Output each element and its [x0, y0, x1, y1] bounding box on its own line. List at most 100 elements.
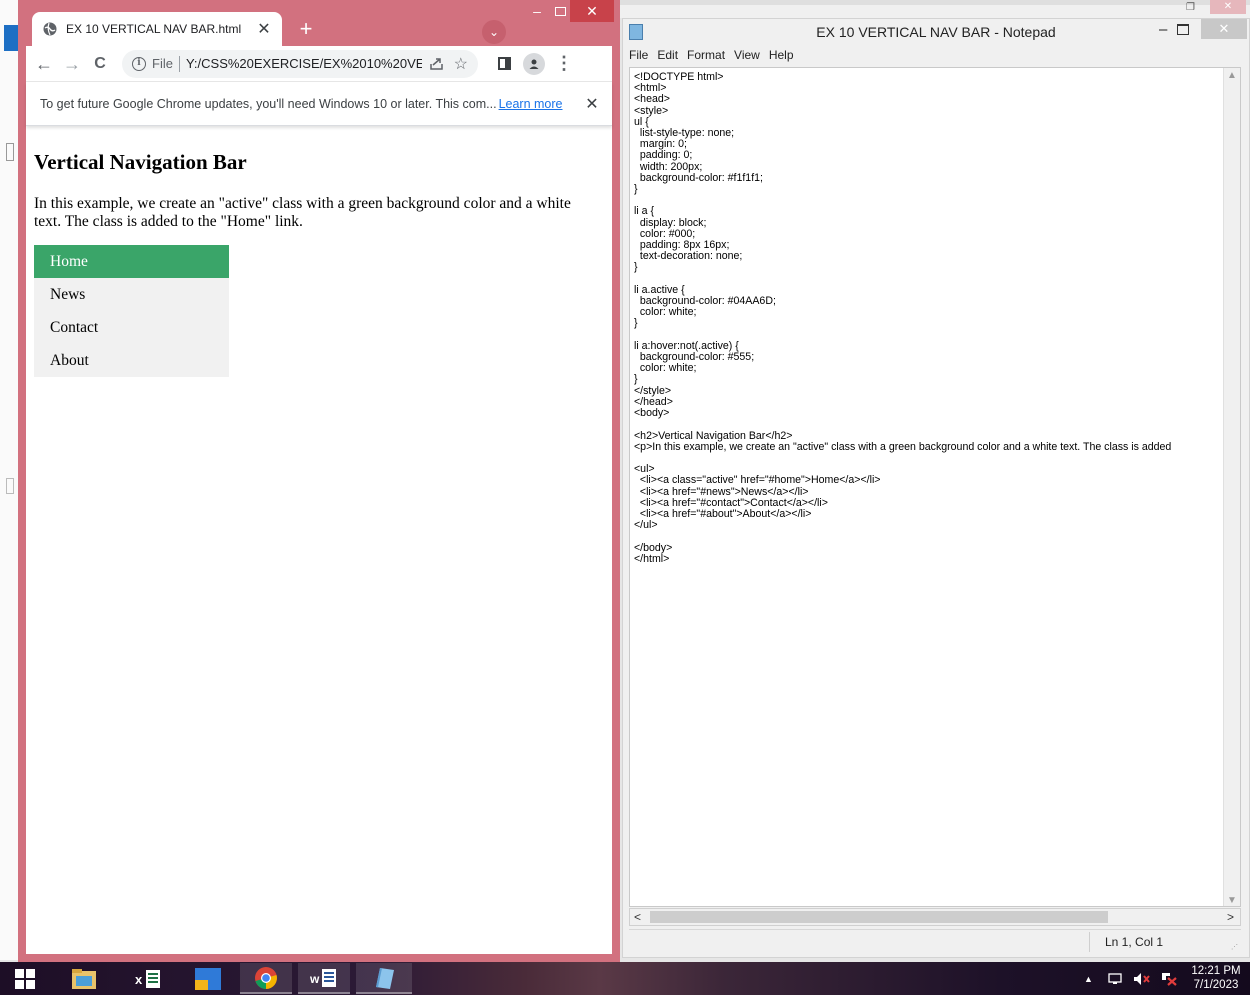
notepad-close-button[interactable]: ✕ [1201, 19, 1247, 39]
infobar-close-icon[interactable]: ✕ [582, 94, 602, 114]
maximize-icon [554, 6, 566, 16]
svg-text:w: w [310, 972, 320, 986]
chrome-button[interactable] [240, 963, 292, 994]
notepad-menubar: File Edit Format View Help [623, 45, 1249, 65]
globe-icon [42, 21, 58, 37]
new-tab-button[interactable]: + [294, 18, 318, 42]
menu-file[interactable]: File [629, 48, 648, 62]
svg-text:x: x [135, 972, 143, 987]
desktop-fragment [6, 143, 14, 161]
toolbar: ← → C i File Y:/CSS%20EXERCISE/EX%2010%2… [26, 46, 612, 82]
profile-icon [523, 52, 545, 75]
blue-app-button[interactable] [180, 963, 236, 994]
address-separator [178, 55, 180, 72]
scrollbar-thumb[interactable] [650, 911, 1108, 923]
scroll-up-icon[interactable]: ▲ [1227, 70, 1237, 81]
notepad-minimize-button[interactable]: – [1159, 21, 1167, 38]
desktop-icon-fragment [4, 25, 18, 51]
word-button[interactable]: w [298, 963, 350, 994]
page-heading: Vertical Navigation Bar [34, 150, 247, 174]
vertical-scrollbar[interactable]: ▲ ▼ [1223, 68, 1240, 906]
tab-close-icon[interactable]: ✕ [256, 19, 272, 39]
update-infobar: To get future Google Chrome updates, you… [26, 82, 612, 126]
nav-list-item: Home [34, 245, 229, 278]
learn-more-link[interactable]: Learn more [499, 97, 563, 111]
status-divider [1089, 932, 1090, 952]
windows-start-icon [15, 968, 35, 989]
rendered-page: Vertical Navigation Bar In this example,… [26, 126, 612, 377]
browser-tab[interactable]: EX 10 VERTICAL NAV BAR.html ✕ [32, 12, 282, 46]
notepad-taskbar-button[interactable] [356, 963, 412, 994]
clock-time: 12:21 PM [1191, 965, 1241, 977]
start-button[interactable] [0, 963, 50, 994]
nav-link-about[interactable]: About [34, 344, 229, 377]
source-code-text: <!DOCTYPE html> <html> <head> <style> ul… [634, 72, 1172, 565]
browser-content-area: ← → C i File Y:/CSS%20EXERCISE/EX%2010%2… [26, 46, 612, 954]
tray-overflow-icon[interactable]: ▲ [1084, 974, 1093, 984]
chrome-icon [255, 966, 277, 989]
menu-view[interactable]: View [734, 48, 760, 62]
notepad-icon [376, 967, 394, 989]
maximize-button[interactable] [552, 2, 568, 20]
forward-button[interactable]: → [60, 52, 84, 76]
file-explorer-icon [72, 968, 96, 989]
nav-link-news[interactable]: News [34, 278, 229, 311]
nav-list-item: Contact [34, 311, 229, 344]
menu-format[interactable]: Format [687, 48, 725, 62]
word-icon: w [310, 968, 336, 987]
desktop-fragment [6, 478, 14, 494]
background-close-button[interactable]: ✕ [1210, 0, 1246, 14]
blue-app-icon [195, 967, 221, 990]
chrome-menu-button[interactable]: ⋮ [552, 52, 576, 76]
side-panel-icon [497, 57, 511, 70]
info-icon[interactable]: i [132, 56, 146, 71]
notepad-text-area[interactable]: <!DOCTYPE html> <html> <head> <style> ul… [629, 67, 1241, 907]
background-window-border [620, 0, 1250, 5]
excel-icon: x [135, 969, 160, 988]
background-restore-icon: ❐ [1186, 2, 1195, 13]
close-window-button[interactable]: ✕ [570, 0, 614, 22]
nav-list-item: News [34, 278, 229, 311]
scheme-label: File [152, 56, 173, 71]
side-panel-button[interactable] [492, 52, 516, 76]
scroll-down-icon[interactable]: ▼ [1227, 895, 1237, 906]
bookmark-star-icon[interactable]: ☆ [454, 54, 468, 74]
tab-strip: EX 10 VERTICAL NAV BAR.html ✕ + ⌄ – ✕ [18, 0, 620, 46]
scroll-left-icon[interactable]: < [634, 910, 641, 924]
system-tray: ▲ [1084, 962, 1177, 995]
page-paragraph: In this example, we create an "active" c… [34, 195, 571, 230]
resize-grip-icon[interactable]: ⋰ [1231, 943, 1239, 951]
nav-list-item: About [34, 344, 229, 377]
network-icon[interactable] [1107, 972, 1123, 986]
tab-search-button[interactable]: ⌄ [482, 20, 506, 44]
minimize-button[interactable]: – [524, 2, 550, 20]
address-bar[interactable]: i File Y:/CSS%20EXERCISE/EX%2010%20VE...… [122, 49, 478, 78]
share-icon[interactable] [428, 55, 446, 73]
url-text[interactable]: Y:/CSS%20EXERCISE/EX%2010%20VE... [186, 56, 422, 71]
menu-edit[interactable]: Edit [657, 48, 678, 62]
notepad-maximize-icon[interactable] [1177, 24, 1189, 35]
menu-help[interactable]: Help [769, 48, 794, 62]
action-center-alert-icon[interactable] [1161, 972, 1177, 986]
file-explorer-button[interactable] [56, 963, 112, 994]
notepad-window: EX 10 VERTICAL NAV BAR - Notepad – ✕ Fil… [622, 18, 1250, 958]
cursor-position: Ln 1, Col 1 [1105, 935, 1164, 949]
profile-button[interactable] [522, 52, 546, 76]
volume-muted-icon[interactable] [1133, 972, 1151, 986]
notepad-title: EX 10 VERTICAL NAV BAR - Notepad [816, 24, 1056, 40]
nav-link-contact[interactable]: Contact [34, 311, 229, 344]
scroll-right-icon[interactable]: > [1227, 910, 1234, 924]
clock-date: 7/1/2023 [1193, 979, 1239, 991]
horizontal-scrollbar[interactable]: < > [629, 908, 1241, 926]
reload-button[interactable]: C [88, 52, 112, 76]
back-button[interactable]: ← [32, 52, 56, 76]
vertical-nav: Home News Contact About [34, 245, 229, 377]
notepad-statusbar: Ln 1, Col 1 ⋰ [629, 929, 1241, 953]
tab-title: EX 10 VERTICAL NAV BAR.html [66, 22, 242, 36]
excel-button[interactable]: x [120, 963, 176, 994]
taskbar-clock[interactable]: 12:21 PM 7/1/2023 [1188, 964, 1244, 992]
infobar-text: To get future Google Chrome updates, you… [40, 96, 497, 111]
nav-link-home[interactable]: Home [34, 245, 229, 278]
chrome-window: EX 10 VERTICAL NAV BAR.html ✕ + ⌄ – ✕ ← … [18, 0, 620, 962]
notepad-titlebar: EX 10 VERTICAL NAV BAR - Notepad – ✕ [623, 19, 1249, 45]
